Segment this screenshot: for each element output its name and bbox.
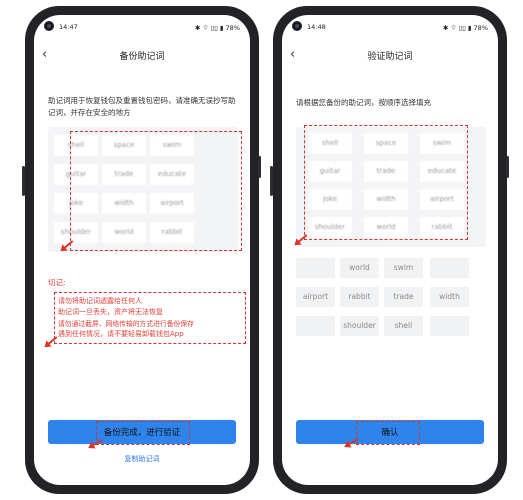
word-option[interactable]: trade bbox=[384, 287, 423, 307]
volume-button bbox=[22, 166, 25, 196]
highlight-box bbox=[304, 125, 468, 240]
word-option[interactable] bbox=[430, 258, 469, 278]
status-icons: ✱ ⌔ ▯▯ ▮ 78% bbox=[195, 24, 240, 32]
word-option[interactable]: shell bbox=[384, 316, 423, 336]
word-option[interactable] bbox=[430, 316, 469, 336]
word-option[interactable]: shoulder bbox=[340, 316, 379, 336]
power-button bbox=[506, 156, 509, 178]
left-phone: 14:47 ✱ ⌔ ▯▯ ▮ 78% ‹ 备份助记词 助记词用于恢复钱包及重置钱… bbox=[22, 6, 261, 494]
power-button bbox=[258, 156, 261, 178]
highlight-box bbox=[54, 292, 246, 344]
status-icons: ✱ ⌔ ▯▯ ▮ 78% bbox=[443, 24, 488, 32]
right-screen: 14:48 ✱ ⌔ ▯▯ ▮ 78% ‹ 验证助记词 请根据您备份的助记词，按顺… bbox=[282, 15, 498, 485]
word-option[interactable]: world bbox=[340, 258, 379, 278]
warning-title: 切记: bbox=[48, 278, 66, 287]
copy-mnemonic-link[interactable]: 复制助记词 bbox=[34, 454, 250, 464]
word-option[interactable] bbox=[296, 316, 335, 336]
front-camera-icon bbox=[292, 21, 302, 31]
word-option[interactable]: width bbox=[430, 287, 469, 307]
status-bar: 14:47 ✱ ⌔ ▯▯ ▮ 78% bbox=[34, 15, 250, 39]
page-title: 备份助记词 bbox=[119, 52, 165, 62]
nav-bar: ‹ 验证助记词 bbox=[282, 42, 498, 70]
page-title: 验证助记词 bbox=[367, 52, 413, 62]
word-option[interactable] bbox=[296, 258, 335, 278]
left-screen: 14:47 ✱ ⌔ ▯▯ ▮ 78% ‹ 备份助记词 助记词用于恢复钱包及重置钱… bbox=[34, 15, 250, 485]
description: 请根据您备份的助记词，按顺序选择填充 bbox=[296, 98, 431, 107]
status-time: 14:47 bbox=[59, 23, 78, 31]
nav-bar: ‹ 备份助记词 bbox=[34, 42, 250, 70]
right-phone: 14:48 ✱ ⌔ ▯▯ ▮ 78% ‹ 验证助记词 请根据您备份的助记词，按顺… bbox=[270, 6, 509, 494]
front-camera-icon bbox=[44, 21, 54, 31]
description: 助记词用于恢复钱包及重置钱包密码，请准确无误抄写助记词，并存在安全的地方 bbox=[48, 96, 236, 117]
word-option[interactable]: rabbit bbox=[340, 287, 379, 307]
word-option[interactable]: airport bbox=[296, 287, 335, 307]
status-bar: 14:48 ✱ ⌔ ▯▯ ▮ 78% bbox=[282, 15, 498, 39]
highlight-box bbox=[96, 421, 190, 445]
volume-button bbox=[270, 166, 273, 196]
status-time: 14:48 bbox=[307, 23, 326, 31]
highlight-box bbox=[70, 131, 242, 251]
word-option[interactable]: swim bbox=[384, 258, 423, 278]
highlight-box bbox=[356, 421, 420, 445]
